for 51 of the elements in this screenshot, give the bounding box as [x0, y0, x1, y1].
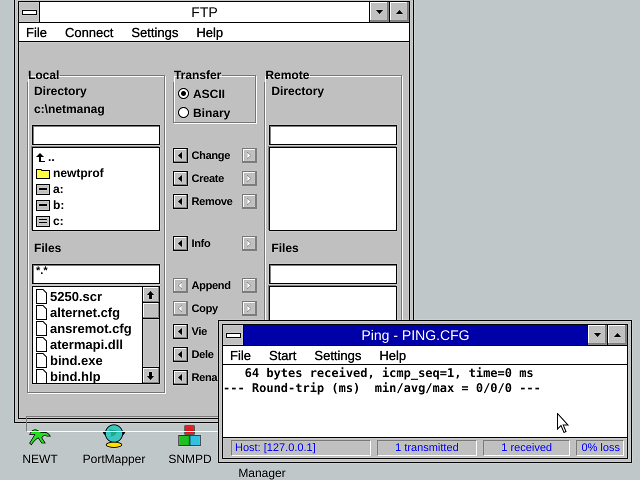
list-entry[interactable]: alternet.cfg — [36, 304, 139, 320]
menu-item[interactable]: Settings — [131, 24, 178, 40]
list-entry[interactable]: bind.exe — [36, 352, 139, 368]
action-button[interactable]: Change — [188, 150, 230, 162]
action-button[interactable]: Rena — [188, 372, 218, 384]
menu-item[interactable]: File — [230, 348, 251, 362]
window-title: Ping - PING.CFG — [360, 326, 471, 345]
status-pane: 1 transmitted — [376, 440, 478, 456]
icon-label: Manager — [238, 466, 286, 480]
radio-button[interactable]: ASCII — [178, 84, 251, 103]
files-label: Files — [270, 240, 300, 257]
menu-item[interactable]: Help — [196, 24, 224, 40]
status-pane: 0% loss — [576, 440, 624, 456]
directory-path: c:\netmanag — [33, 101, 106, 118]
action-button[interactable]: Info — [188, 238, 210, 250]
directory-label: Directory — [33, 83, 88, 100]
group-label: Transfer — [173, 68, 222, 82]
icon-label: NEWT — [22, 452, 58, 466]
list-entry[interactable]: ansremot.cfg — [36, 320, 139, 336]
menu-item[interactable]: Start — [268, 348, 296, 362]
list-entry[interactable]: bind.hlp — [36, 368, 139, 384]
output-line: 64 bytes received, icmp_seq=1, time=0 ms — [244, 366, 535, 381]
action-button[interactable]: Create — [188, 172, 224, 184]
menu-item[interactable]: Connect — [64, 24, 114, 40]
icon-label: SNMPD — [168, 452, 212, 466]
group-label: Remote — [264, 68, 310, 82]
menu-item[interactable]: Settings — [314, 348, 362, 362]
output-line: --- Round-trip (ms) min/avg/max = 0/0/0 --- — [223, 381, 542, 396]
group-label: Local — [27, 68, 60, 82]
files-label: Files — [33, 240, 62, 257]
directory-entry[interactable]: a: — [36, 181, 156, 197]
action-button[interactable]: Copy — [188, 302, 218, 314]
window-title: FTP — [190, 3, 219, 22]
list-entry[interactable]: 5250.scr — [36, 288, 139, 304]
list-entry[interactable]: atermapi.dll — [36, 336, 139, 352]
radio-button[interactable]: Binary — [178, 103, 251, 122]
action-button[interactable]: Remove — [188, 196, 232, 208]
menu-item[interactable]: Help — [379, 348, 406, 362]
action-button[interactable]: Append — [188, 280, 231, 292]
action-button[interactable]: Vie — [188, 326, 207, 338]
icon-label: PortMapper — [82, 452, 146, 466]
directory-entry[interactable]: .. — [36, 149, 156, 165]
action-button[interactable]: Dele — [188, 348, 214, 360]
directory-label: Directory — [270, 83, 326, 100]
directory-entry[interactable]: c: — [36, 213, 156, 229]
status-pane: 1 received — [483, 440, 570, 456]
directory-entry[interactable]: newtprof — [36, 165, 156, 181]
status-pane: Host: [127.0.0.1] — [231, 440, 371, 456]
directory-entry[interactable]: b: — [36, 197, 156, 213]
menu-item[interactable]: File — [26, 24, 47, 40]
filter-field[interactable]: *.* — [32, 264, 160, 284]
